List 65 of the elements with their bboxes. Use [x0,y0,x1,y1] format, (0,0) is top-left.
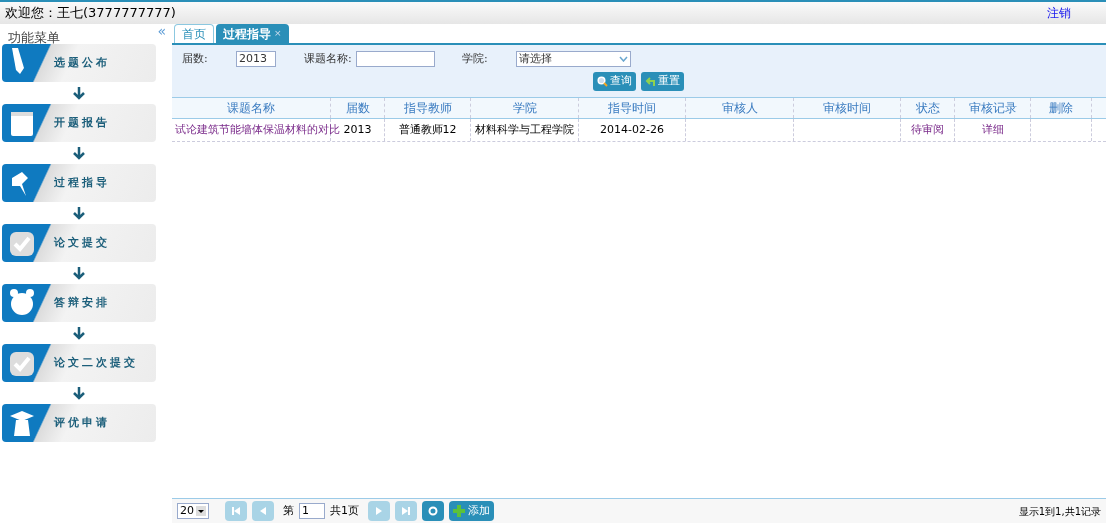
pen-icon [12,48,24,74]
column-header: 状态 [901,98,955,118]
column-header: 删除 [1031,98,1092,118]
year-field[interactable]: 2013 [236,51,276,68]
menu-item[interactable]: 过程指导 [2,164,156,202]
title-label: 课题名称: [304,51,353,67]
previous-icon [260,507,266,515]
table-cell-text: 2013 [343,121,372,138]
last-page-button[interactable] [395,501,417,521]
tab[interactable]: 过程指导 × [216,24,289,43]
next-page-button[interactable] [368,501,390,521]
refresh-button[interactable] [422,501,444,521]
previous-page-button[interactable] [252,501,274,521]
caret-icon [196,506,206,516]
plus-icon [453,505,465,517]
down-arrow-icon [72,326,86,340]
column-header: 审核人 [686,98,794,118]
column-header: 指导时间 [579,98,686,118]
detail-link[interactable]: 详细 [981,121,1004,139]
table-cell-text: 试论建筑节能墙体保温材料的对比 [175,121,340,138]
undo-icon [645,75,656,87]
college-label: 学院: [462,51,489,67]
down-arrow-icon [72,206,86,220]
column-header: 审核记录 [955,98,1031,118]
title-field[interactable] [356,51,435,68]
menu-item[interactable]: 开题报告 [2,104,156,142]
menu-item[interactable]: 论文二次提交 [2,344,156,382]
first-page-icon [232,507,240,515]
table-cell-text: 2014-02-26 [600,121,664,138]
column-header: 指导教师 [385,98,471,118]
year-label: 届数: [182,51,209,67]
next-icon [376,507,382,515]
welcome-text: 欢迎您：王七(3777777777) [5,4,176,23]
page-total: 共1页 [330,502,359,519]
chevron-down-icon [619,56,628,63]
page-prefix: 第 [283,502,294,519]
down-arrow-icon [72,266,86,280]
table-cell-text: 普通教师12 [398,121,457,138]
table-cell-text: 材料科学与工程学院 [475,121,574,138]
add-button[interactable]: 添加 [449,501,494,521]
menu-item[interactable]: 评优申请 [2,404,156,442]
tab[interactable]: 首页 [174,24,214,43]
down-arrow-icon [72,86,86,100]
logout-link[interactable]: 注销 [1047,4,1071,22]
menu-item[interactable]: 论文提交 [2,224,156,262]
college-select[interactable]: 请选择 [516,51,631,68]
reset-button[interactable]: 重置 [641,71,684,91]
sidebar-title: 功能菜单 [8,29,60,47]
first-page-button[interactable] [225,501,247,521]
table-cell-text: 待审阅 [911,121,944,138]
refresh-icon [428,506,438,516]
down-arrow-icon [72,146,86,160]
search-button[interactable]: 查询 [593,71,636,91]
record-summary: 显示1到1,共1记录 [1018,504,1101,519]
down-arrow-icon [72,386,86,400]
column-header: 课题名称 [172,98,331,118]
menu-item[interactable]: 选题公布 [2,44,156,82]
page-field[interactable]: 1 [299,503,325,519]
search-icon [597,75,608,87]
column-header: 届数 [331,98,385,118]
column-header: 学院 [471,98,579,118]
page-size-select[interactable]: 20 [177,503,209,519]
column-header: 审核时间 [794,98,901,118]
menu-item[interactable]: 答辩安排 [2,284,156,322]
last-page-icon [402,507,410,515]
